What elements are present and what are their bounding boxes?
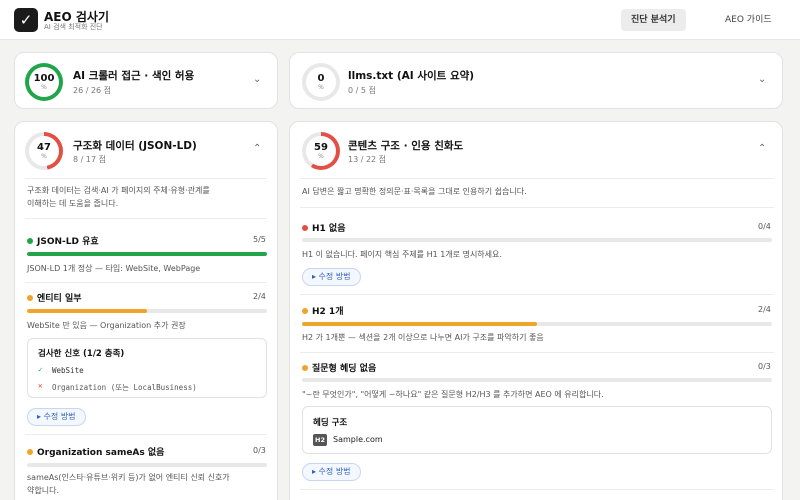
chevron-down-icon[interactable]: ⌄ xyxy=(253,74,261,85)
crawler-card[interactable]: 100% AI 크롤러 접근 · 색인 허용 26 / 26 점 ⌄ xyxy=(14,52,278,109)
progress-bar xyxy=(27,463,267,467)
check-icon: ✓ xyxy=(38,365,43,374)
signal-missing: Organization (또는 LocalBusiness) xyxy=(52,383,197,392)
status-dot xyxy=(27,449,33,455)
h2-tag: H2 xyxy=(313,434,327,446)
check-score: 0/4 xyxy=(758,222,771,231)
status-dot xyxy=(302,365,308,371)
content-structure-card: 59% 콘텐츠 구조 · 인용 친화도 13 / 22 점 ⌃ AI 답변은 짧… xyxy=(289,121,783,500)
top-bar: ✓ AEO 검사기 AI 검색 최적화 진단 진단 분석기 AEO 가이드 xyxy=(0,0,800,40)
score-ring: 0% xyxy=(302,63,340,101)
chevron-up-icon[interactable]: ⌃ xyxy=(253,143,261,154)
fix-guide-button[interactable]: ▸ 수정 방법 xyxy=(302,463,361,481)
check-score: 2/4 xyxy=(253,292,266,301)
divider xyxy=(300,178,774,179)
check-score: 5/5 xyxy=(253,235,266,244)
llms-card[interactable]: 0% llms.txt (AI 사이트 요약) 0 / 5 점 ⌄ xyxy=(289,52,783,109)
check-title: 질문형 헤딩 없음 xyxy=(312,364,377,374)
nav-guide-tab[interactable]: AEO 가이드 xyxy=(715,9,782,31)
card-points: 13 / 22 점 xyxy=(348,155,387,164)
fix-guide-button[interactable]: ▸ 수정 방법 xyxy=(27,408,86,426)
check-description: WebSite 만 있음 — Organization 추가 권장 xyxy=(27,321,186,330)
cross-icon: ✕ xyxy=(38,381,43,390)
progress-bar xyxy=(302,238,772,242)
progress-bar xyxy=(302,378,772,382)
check-description: "~란 무엇인가", "어떻게 ~하나요" 같은 질문형 H2/H3 를 추가하… xyxy=(302,390,604,399)
heading-text: Sample.com xyxy=(333,435,383,444)
card-description: AI 답변은 짧고 명확한 정의문·표·목록을 그대로 인용하기 쉽습니다. xyxy=(302,187,527,196)
card-description: 구조화 데이터는 검색·AI 가 페이지의 주체·유형·관계를 xyxy=(27,186,210,195)
card-title: 구조화 데이터 (JSON-LD) xyxy=(73,140,197,152)
check-description: H1 이 없습니다. 페이지 핵심 주제를 H1 1개로 명시하세요. xyxy=(302,250,502,259)
divider xyxy=(300,489,774,490)
card-points: 0 / 5 점 xyxy=(348,86,376,95)
check-score: 0/3 xyxy=(253,446,266,455)
card-title: AI 크롤러 접근 · 색인 허용 xyxy=(73,70,195,82)
structured-data-card: 47% 구조화 데이터 (JSON-LD) 8 / 17 점 ⌃ 구조화 데이터… xyxy=(14,121,278,500)
check-title: 엔티티 일부 xyxy=(37,294,82,304)
divider xyxy=(25,178,267,179)
check-description: sameAs(인스타·유튜브·위키 등)가 없어 엔티티 신뢰 신호가 xyxy=(27,473,230,482)
nav-analyzer-tab[interactable]: 진단 분석기 xyxy=(621,9,686,31)
fix-guide-button[interactable]: ▸ 수정 방법 xyxy=(302,268,361,286)
heading-structure-box: 헤딩 구조 H2 Sample.com xyxy=(302,406,772,454)
status-dot xyxy=(302,308,308,314)
divider xyxy=(25,282,267,283)
checkmark-icon: ✓ xyxy=(14,8,38,32)
check-title: H1 없음 xyxy=(312,224,346,234)
heading-structure-title: 헤딩 구조 xyxy=(313,418,348,428)
status-dot xyxy=(27,238,33,244)
card-title: 콘텐츠 구조 · 인용 친화도 xyxy=(348,140,464,152)
score-ring: 47% xyxy=(25,132,63,170)
divider xyxy=(25,218,267,219)
status-dot xyxy=(27,295,33,301)
chevron-up-icon[interactable]: ⌃ xyxy=(758,143,766,154)
check-score: 2/4 xyxy=(758,305,771,314)
check-title: JSON-LD 유효 xyxy=(37,237,99,247)
check-description: H2 가 1개뿐 — 섹션을 2개 이상으로 나누면 AI가 구조를 파악하기 … xyxy=(302,333,544,342)
app-subtitle: AI 검색 최적화 진단 xyxy=(44,23,103,31)
check-description: 약합니다. xyxy=(27,486,59,495)
check-title: H2 1개 xyxy=(312,307,344,317)
divider xyxy=(300,207,774,208)
status-dot xyxy=(302,225,308,231)
card-description: 이해하는 데 도움을 줍니다. xyxy=(27,199,119,208)
progress-bar xyxy=(27,309,267,313)
divider xyxy=(300,352,774,353)
check-score: 0/3 xyxy=(758,362,771,371)
progress-bar xyxy=(302,322,772,326)
check-title: Organization sameAs 없음 xyxy=(37,448,165,458)
signals-title: 검사한 신호 (1/2 충족) xyxy=(38,349,125,359)
card-title: llms.txt (AI 사이트 요약) xyxy=(348,70,475,82)
card-points: 8 / 17 점 xyxy=(73,155,106,164)
signal-ok: WebSite xyxy=(52,366,84,375)
score-ring: 100% xyxy=(25,63,63,101)
card-points: 26 / 26 점 xyxy=(73,86,112,95)
signals-box: 검사한 신호 (1/2 충족) ✓ WebSite ✕ Organization… xyxy=(27,338,267,398)
progress-bar xyxy=(27,252,267,256)
score-ring: 59% xyxy=(302,132,340,170)
chevron-down-icon[interactable]: ⌄ xyxy=(758,74,766,85)
divider xyxy=(25,434,267,435)
divider xyxy=(300,294,774,295)
check-description: JSON-LD 1개 정상 — 타입: WebSite, WebPage xyxy=(27,264,201,273)
